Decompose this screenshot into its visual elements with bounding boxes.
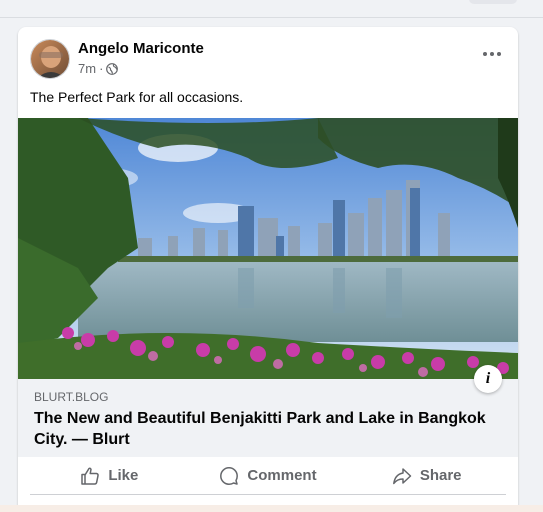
post-time[interactable]: 7m — [78, 61, 96, 76]
action-bar: Like Comment Share — [30, 457, 506, 495]
link-title[interactable]: The New and Beautiful Benjakitti Park an… — [34, 408, 504, 450]
link-preview[interactable]: i BLURT.BLOG The New and Beautiful Benja… — [18, 365, 518, 457]
like-label: Like — [108, 467, 139, 484]
share-label: Share — [419, 467, 462, 484]
share-button[interactable]: Share — [347, 457, 506, 494]
bottom-bar — [0, 505, 543, 512]
comment-icon — [220, 466, 239, 485]
link-domain: BLURT.BLOG — [34, 390, 109, 404]
author-name[interactable]: Angelo Mariconte — [78, 40, 204, 57]
post-card: Angelo Mariconte 7m · The Perfect Park f… — [18, 27, 518, 512]
globe-icon[interactable] — [106, 62, 119, 75]
post-image[interactable] — [18, 118, 518, 379]
avatar[interactable] — [30, 39, 70, 79]
share-icon — [392, 467, 412, 484]
post-header: Angelo Mariconte 7m · — [18, 27, 518, 85]
like-button[interactable]: Like — [30, 457, 189, 494]
info-icon[interactable]: i — [474, 365, 502, 393]
comment-label: Comment — [247, 467, 317, 484]
thumbs-up-icon — [81, 467, 100, 485]
comment-button[interactable]: Comment — [189, 457, 348, 494]
top-bar-button[interactable] — [469, 0, 517, 4]
top-bar — [0, 0, 543, 18]
info-label: i — [485, 370, 491, 387]
more-icon[interactable] — [478, 44, 506, 64]
meta-separator: · — [99, 61, 104, 76]
post-meta: 7m · — [78, 61, 119, 76]
post-text: The Perfect Park for all occasions. — [30, 89, 244, 105]
